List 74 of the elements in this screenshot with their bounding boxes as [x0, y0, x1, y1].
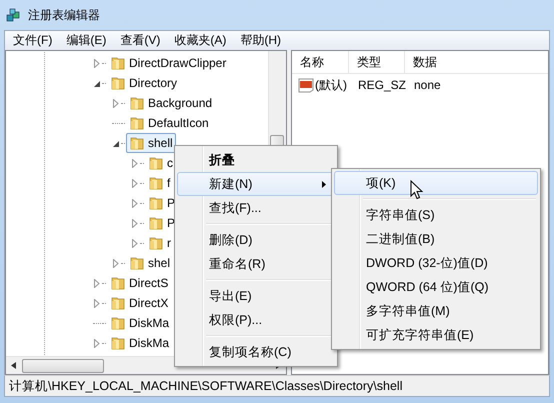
menu-item[interactable]: 字符串值(S) — [334, 203, 538, 227]
expand-triangle-icon[interactable] — [93, 278, 101, 288]
expand-triangle-icon[interactable] — [93, 58, 101, 68]
table-cell: (默认) — [315, 76, 347, 94]
scroll-thumb[interactable] — [22, 358, 104, 372]
window-title: 注册表编辑器 — [28, 6, 100, 24]
tree-item[interactable]: c — [145, 153, 176, 173]
folder-icon — [129, 95, 145, 111]
folder-icon — [110, 75, 126, 91]
menu-item[interactable]: 折叠 — [177, 148, 335, 172]
column-header[interactable]: 名称 — [292, 51, 349, 73]
menu-item[interactable]: 删除(D) — [177, 228, 335, 252]
tree-item[interactable]: P — [145, 193, 178, 213]
menu-item[interactable]: 导出(E) — [177, 284, 335, 308]
tree-item[interactable]: Directory — [107, 73, 180, 93]
status-bar: 计算机\HKEY_LOCAL_MACHINE\SOFTWARE\Classes\Directory\shell — [4, 375, 550, 397]
expand-triangle-icon[interactable] — [131, 218, 139, 228]
menu-item[interactable]: 查找(F)... — [177, 196, 335, 220]
collapse-triangle-icon[interactable] — [93, 78, 101, 88]
scroll-left-icon[interactable] — [11, 362, 16, 369]
menu-item[interactable]: 可扩充字符串值(E) — [334, 323, 538, 347]
tree-item[interactable]: DefaultIcon — [126, 113, 212, 133]
expand-triangle-icon[interactable] — [112, 98, 120, 108]
menu-item[interactable]: 文件(F) — [5, 32, 58, 49]
tree-item[interactable]: DiskMa — [107, 313, 172, 333]
menu-item[interactable]: 二进制值(B) — [334, 227, 538, 251]
menu-item[interactable]: 收藏夹(A) — [166, 32, 232, 49]
tree-item[interactable]: Background — [126, 93, 216, 113]
table-cell: none — [414, 78, 441, 92]
menu-item[interactable]: 查看(V) — [112, 32, 166, 49]
expand-triangle-icon[interactable] — [131, 178, 139, 188]
tree-item[interactable]: DirectDrawClipper — [107, 53, 230, 73]
folder-icon — [148, 195, 164, 211]
folder-icon — [148, 175, 164, 191]
tree-item[interactable]: DirectS — [107, 273, 172, 293]
column-header[interactable]: 数据 — [405, 51, 473, 73]
folder-icon — [148, 215, 164, 231]
table-cell-text: REG_SZ — [358, 78, 408, 92]
tree-item[interactable]: r — [145, 233, 174, 253]
folder-icon — [110, 55, 126, 71]
string-value-icon — [298, 77, 314, 93]
tree-item[interactable]: P — [145, 213, 178, 233]
menu-item[interactable]: QWORD (64 位)值(Q) — [334, 275, 538, 299]
folder-icon — [110, 295, 126, 311]
menu-item[interactable]: 重命名(R) — [177, 252, 335, 276]
expand-triangle-icon[interactable] — [131, 238, 139, 248]
menu-item[interactable]: 多字符串值(M) — [334, 299, 538, 323]
menu-item[interactable]: 编辑(E) — [58, 32, 112, 49]
folder-icon — [129, 115, 145, 131]
menu-item[interactable]: 权限(P)... — [177, 308, 335, 332]
tree-item[interactable]: DirectX — [107, 293, 172, 313]
column-header[interactable]: 类型 — [349, 51, 405, 73]
expand-triangle-icon[interactable] — [93, 298, 101, 308]
folder-icon — [148, 155, 164, 171]
folder-icon — [110, 315, 126, 331]
menu-item[interactable]: 复制项名称(C) — [177, 340, 335, 364]
expand-triangle-icon[interactable] — [93, 338, 101, 348]
tree-item[interactable]: DiskMa — [107, 333, 172, 353]
expand-triangle-icon[interactable] — [112, 258, 120, 268]
tree-item[interactable]: f — [145, 173, 174, 193]
expand-triangle-icon[interactable] — [131, 198, 139, 208]
folder-icon — [110, 335, 126, 351]
tree-item[interactable]: shel — [126, 253, 174, 273]
folder-icon — [110, 275, 126, 291]
expand-triangle-icon[interactable] — [131, 158, 139, 168]
folder-icon — [148, 235, 164, 251]
menu-item[interactable]: 帮助(H) — [232, 32, 287, 49]
collapse-triangle-icon[interactable] — [112, 138, 120, 148]
registry-cubes-icon — [6, 7, 22, 23]
folder-icon — [129, 135, 145, 151]
tree-item[interactable]: shell — [126, 133, 176, 153]
folder-icon — [129, 255, 145, 271]
menu-item[interactable]: DWORD (32-位)值(D) — [334, 251, 538, 275]
menu-item[interactable]: 项(K) — [334, 171, 538, 195]
